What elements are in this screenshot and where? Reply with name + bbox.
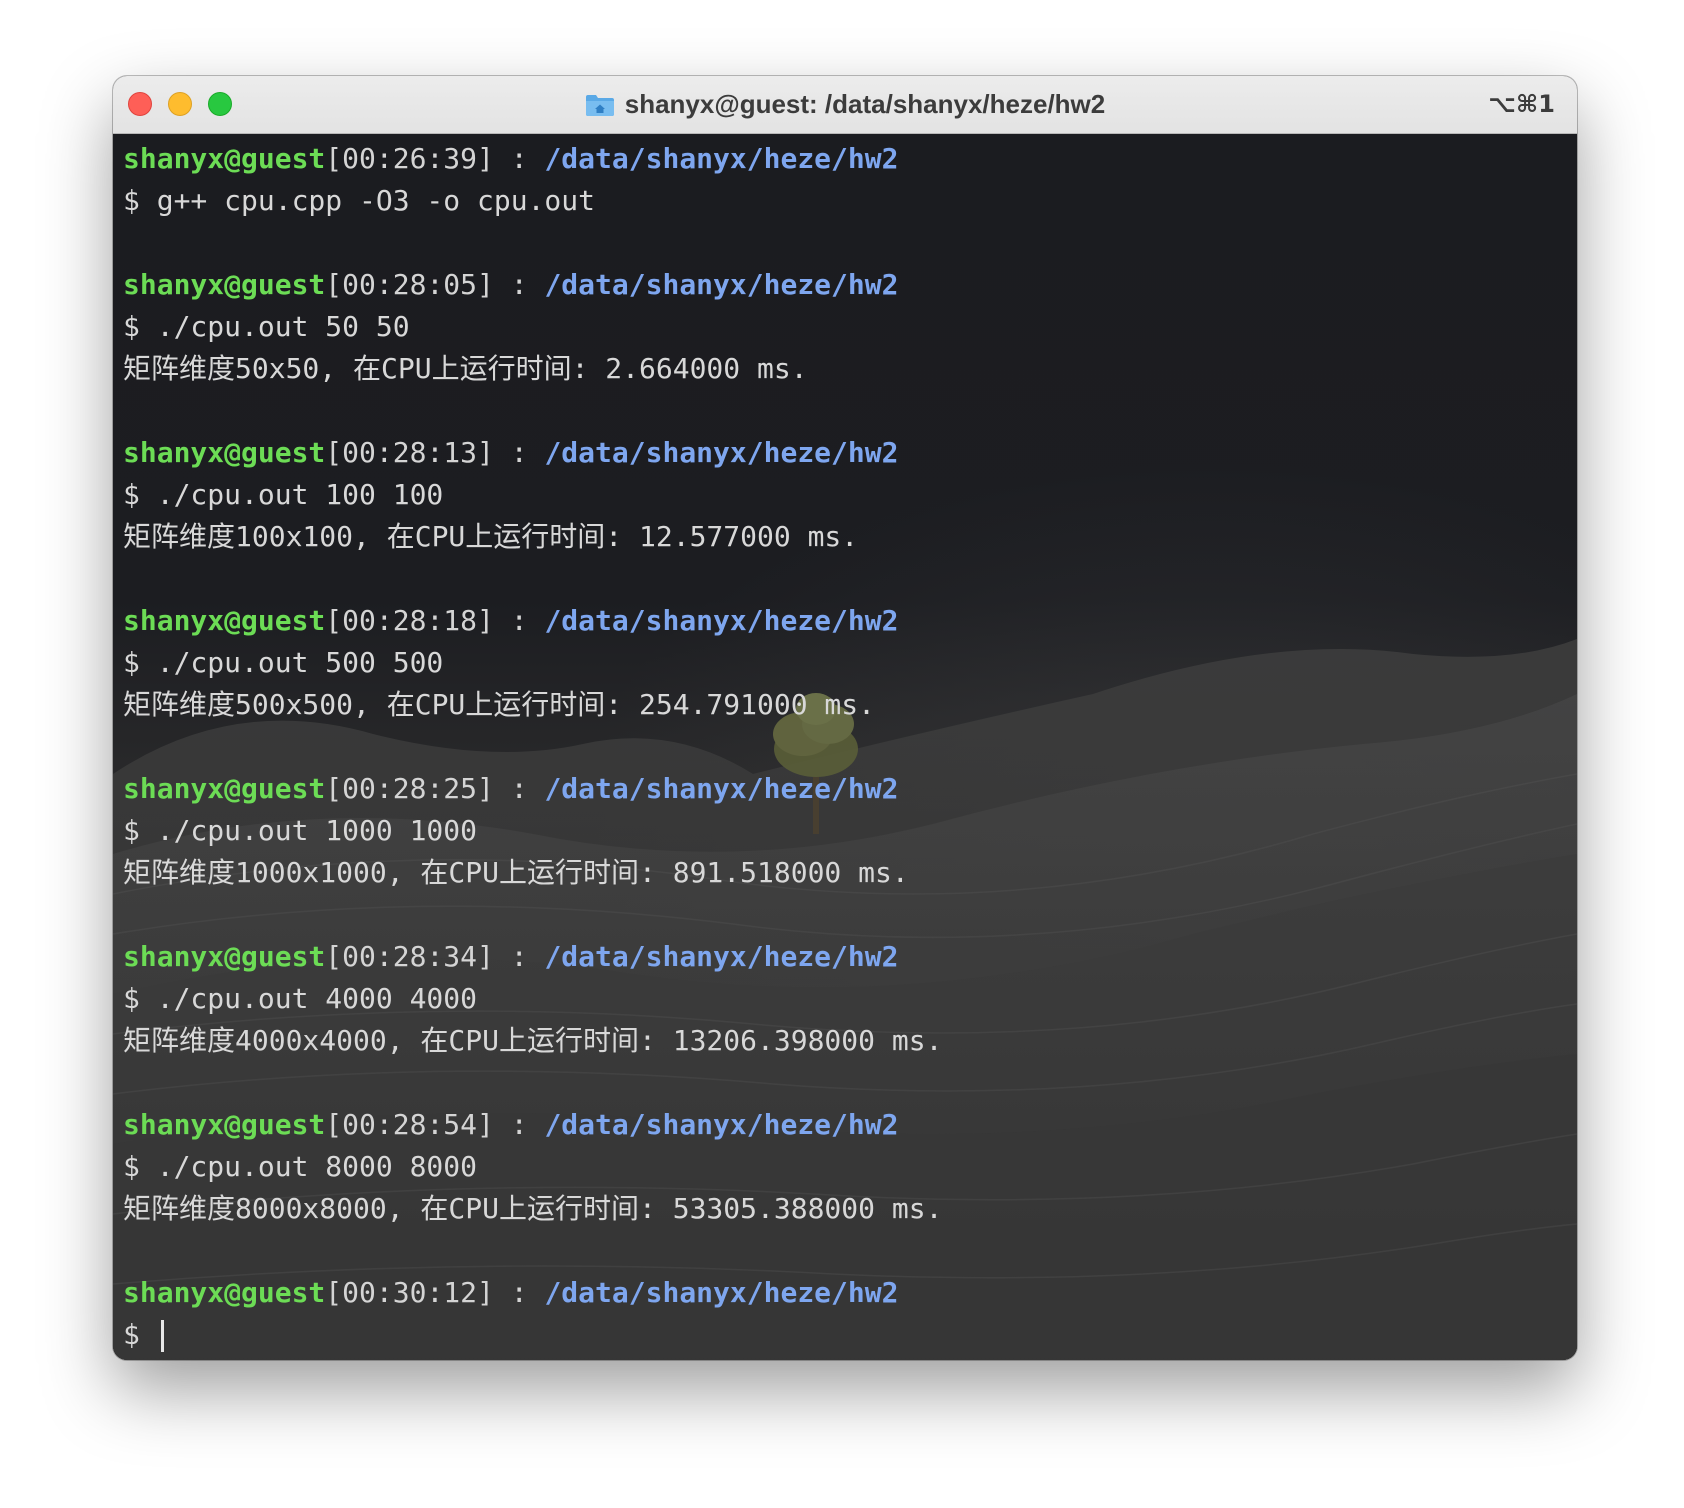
prompt-user: shanyx@guest xyxy=(123,268,326,301)
prompt-line: shanyx@guest[00:28:13] : /data/shanyx/he… xyxy=(123,432,1567,474)
output-line: 矩阵维度8000x8000, 在CPU上运行时间: 53305.388000 m… xyxy=(123,1192,943,1225)
command-line: $ ./cpu.out 500 500 xyxy=(123,646,444,679)
command-line: $ ./cpu.out 50 50 xyxy=(123,310,410,343)
prompt-user: shanyx@guest xyxy=(123,1276,326,1309)
output-line: 矩阵维度100x100, 在CPU上运行时间: 12.577000 ms. xyxy=(123,520,859,553)
prompt-separator: : xyxy=(493,268,545,301)
prompt-separator: : xyxy=(493,604,545,637)
prompt-path: /data/shanyx/heze/hw2 xyxy=(544,940,899,973)
prompt-path: /data/shanyx/heze/hw2 xyxy=(544,142,899,175)
prompt-separator: : xyxy=(493,1108,545,1141)
prompt-path: /data/shanyx/heze/hw2 xyxy=(544,268,899,301)
prompt-user: shanyx@guest xyxy=(123,940,326,973)
command-line: $ ./cpu.out 4000 4000 xyxy=(123,982,478,1015)
text-cursor xyxy=(160,1320,164,1352)
terminal-output[interactable]: shanyx@guest[00:26:39] : /data/shanyx/he… xyxy=(123,138,1567,1356)
command-line: $ g++ cpu.cpp -O3 -o cpu.out xyxy=(123,184,596,217)
prompt-user: shanyx@guest xyxy=(123,1108,326,1141)
prompt-line: shanyx@guest[00:26:39] : /data/shanyx/he… xyxy=(123,138,1567,180)
prompt-path: /data/shanyx/heze/hw2 xyxy=(544,604,899,637)
prompt-line: shanyx@guest[00:28:18] : /data/shanyx/he… xyxy=(123,600,1567,642)
prompt-time: [00:28:05] xyxy=(325,268,494,301)
prompt-time: [00:28:13] xyxy=(325,436,494,469)
terminal-window: shanyx@guest: /data/shanyx/heze/hw2 ⌥⌘1 xyxy=(113,76,1577,1360)
prompt-separator: : xyxy=(493,1276,545,1309)
window-shortcut: ⌥⌘1 xyxy=(1488,90,1555,118)
prompt-path: /data/shanyx/heze/hw2 xyxy=(544,436,899,469)
window-title: shanyx@guest: /data/shanyx/heze/hw2 xyxy=(113,76,1577,133)
prompt-time: [00:28:54] xyxy=(325,1108,494,1141)
prompt-user: shanyx@guest xyxy=(123,436,326,469)
prompt-line: shanyx@guest[00:30:12] : /data/shanyx/he… xyxy=(123,1272,1567,1314)
output-line: 矩阵维度500x500, 在CPU上运行时间: 254.791000 ms. xyxy=(123,688,876,721)
prompt-time: [00:26:39] xyxy=(325,142,494,175)
prompt-line: shanyx@guest[00:28:54] : /data/shanyx/he… xyxy=(123,1104,1567,1146)
command-line: $ ./cpu.out 100 100 xyxy=(123,478,444,511)
prompt-path: /data/shanyx/heze/hw2 xyxy=(544,1108,899,1141)
prompt-user: shanyx@guest xyxy=(123,604,326,637)
prompt-path: /data/shanyx/heze/hw2 xyxy=(544,1276,899,1309)
home-folder-icon xyxy=(585,94,614,116)
prompt-user: shanyx@guest xyxy=(123,142,326,175)
input-line[interactable]: $ xyxy=(123,1314,1567,1356)
prompt-user: shanyx@guest xyxy=(123,772,326,805)
prompt-time: [00:28:25] xyxy=(325,772,494,805)
prompt-time: [00:30:12] xyxy=(325,1276,494,1309)
prompt-separator: : xyxy=(493,940,545,973)
command-line: $ ./cpu.out 1000 1000 xyxy=(123,814,478,847)
output-line: 矩阵维度4000x4000, 在CPU上运行时间: 13206.398000 m… xyxy=(123,1024,943,1057)
prompt-line: shanyx@guest[00:28:25] : /data/shanyx/he… xyxy=(123,768,1567,810)
output-line: 矩阵维度1000x1000, 在CPU上运行时间: 891.518000 ms. xyxy=(123,856,909,889)
command-line: $ ./cpu.out 8000 8000 xyxy=(123,1150,478,1183)
terminal-content[interactable]: shanyx@guest[00:26:39] : /data/shanyx/he… xyxy=(113,134,1577,1360)
output-line: 矩阵维度50x50, 在CPU上运行时间: 2.664000 ms. xyxy=(123,352,808,385)
prompt-separator: : xyxy=(493,142,545,175)
prompt-separator: : xyxy=(493,436,545,469)
prompt-line: shanyx@guest[00:28:05] : /data/shanyx/he… xyxy=(123,264,1567,306)
prompt-path: /data/shanyx/heze/hw2 xyxy=(544,772,899,805)
prompt-separator: : xyxy=(493,772,545,805)
window-title-text: shanyx@guest: /data/shanyx/heze/hw2 xyxy=(624,89,1106,119)
input-prompt: $ xyxy=(123,1318,157,1351)
prompt-line: shanyx@guest[00:28:34] : /data/shanyx/he… xyxy=(123,936,1567,978)
prompt-time: [00:28:34] xyxy=(325,940,494,973)
prompt-time: [00:28:18] xyxy=(325,604,494,637)
title-bar[interactable]: shanyx@guest: /data/shanyx/heze/hw2 ⌥⌘1 xyxy=(113,76,1577,134)
